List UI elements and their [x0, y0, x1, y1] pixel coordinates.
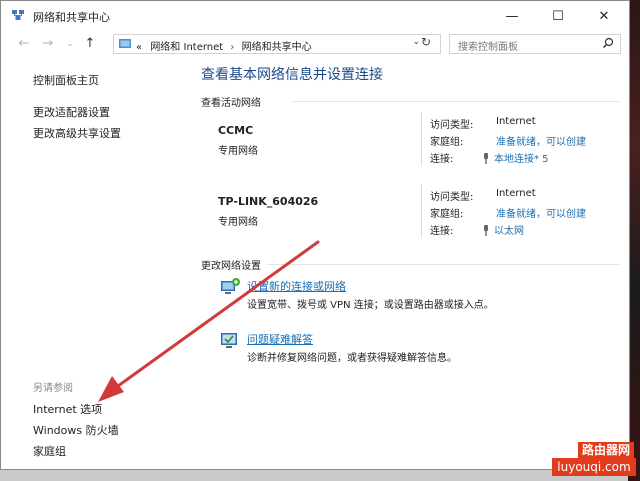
- setup-new-connection-description: 设置宽带、拨号或 VPN 连接；或设置路由器或接入点。: [247, 300, 494, 311]
- see-also-heading: 另请参阅: [33, 383, 73, 394]
- breadcrumb-network-sharing-center[interactable]: 网络和共享中心: [242, 42, 312, 53]
- troubleshoot-problems-description: 诊断并修复网络问题，或者获得疑难解答信息。: [247, 353, 457, 364]
- network-category: 专用网络: [218, 217, 258, 228]
- network-category: 专用网络: [218, 146, 258, 157]
- maximize-button[interactable]: ☐: [535, 1, 581, 31]
- connection-label: 连接:: [430, 154, 454, 165]
- access-type-value: Internet: [496, 116, 536, 127]
- network-icon: [12, 10, 24, 20]
- section-divider: [293, 101, 619, 102]
- sidebar-item-control-panel-home[interactable]: 控制面板主页: [33, 72, 99, 88]
- address-bar[interactable]: « 网络和 Internet › 网络和共享中心 ⌄: [113, 34, 441, 54]
- up-button[interactable]: ↑: [81, 35, 99, 53]
- access-type-value: Internet: [496, 188, 536, 199]
- breadcrumb-separator[interactable]: ›: [230, 42, 234, 53]
- breadcrumb-overflow[interactable]: «: [136, 42, 142, 53]
- troubleshoot-problems-link[interactable]: 问题疑难解答: [247, 331, 313, 347]
- sidebar-item-windows-firewall[interactable]: Windows 防火墙: [33, 422, 119, 438]
- watermark-logo: 路由器网: [578, 442, 634, 458]
- sidebar-item-advanced-sharing[interactable]: 更改高级共享设置: [33, 125, 121, 141]
- recent-locations-button[interactable]: ⌄: [61, 35, 79, 53]
- forward-button[interactable]: →: [39, 35, 57, 53]
- control-panel-icon: [119, 39, 131, 48]
- homegroup-link[interactable]: 准备就绪，可以创建: [496, 205, 586, 220]
- network-sharing-center-window: 网络和共享中心 — ☐ ✕ ← → ⌄ ↑ « 网络和 Internet › 网…: [0, 0, 630, 470]
- setup-new-connection-link[interactable]: 设置新的连接或网络: [247, 278, 346, 294]
- refresh-icon[interactable]: ↻: [421, 35, 431, 49]
- sidebar-item-internet-options[interactable]: Internet 选项: [33, 401, 102, 417]
- connection-name: 本地连接* 5: [494, 154, 549, 165]
- breadcrumb: « 网络和 Internet › 网络和共享中心: [136, 38, 312, 53]
- network-divider: [421, 112, 422, 166]
- watermark-url: luyouqi.com: [552, 458, 636, 476]
- homegroup-link[interactable]: 准备就绪，可以创建: [496, 133, 586, 148]
- breadcrumb-network-internet[interactable]: 网络和 Internet: [150, 42, 223, 53]
- homegroup-label: 家庭组:: [430, 137, 464, 148]
- back-button[interactable]: ←: [15, 35, 33, 53]
- connection-link[interactable]: 本地连接* 5: [482, 150, 549, 165]
- network-divider: [421, 184, 422, 238]
- search-input[interactable]: 搜索控制面板: [449, 34, 621, 54]
- active-networks-heading: 查看活动网络: [201, 98, 261, 109]
- sidebar: 控制面板主页 更改适配器设置 更改高级共享设置 另请参阅 Internet 选项…: [1, 58, 191, 468]
- search-placeholder: 搜索控制面板: [458, 42, 518, 53]
- wifi-connection-icon: [484, 153, 488, 164]
- access-type-label: 访问类型:: [430, 192, 474, 203]
- network-name: CCMC: [218, 124, 254, 137]
- ethernet-icon: [484, 225, 488, 236]
- section-divider: [267, 264, 619, 265]
- access-type-label: 访问类型:: [430, 120, 474, 131]
- search-icon[interactable]: [602, 37, 614, 49]
- close-button[interactable]: ✕: [581, 1, 627, 31]
- sidebar-item-adapter-settings[interactable]: 更改适配器设置: [33, 104, 110, 120]
- network-name: TP-LINK_604026: [218, 195, 319, 208]
- sidebar-item-homegroup[interactable]: 家庭组: [33, 443, 66, 459]
- main-content: 查看基本网络信息并设置连接 查看活动网络 CCMC 专用网络 访问类型: Int…: [201, 58, 629, 468]
- chevron-down-icon[interactable]: ⌄: [412, 37, 420, 47]
- homegroup-label: 家庭组:: [430, 209, 464, 220]
- window-title: 网络和共享中心: [33, 11, 110, 24]
- connection-label: 连接:: [430, 226, 454, 237]
- change-settings-heading: 更改网络设置: [201, 261, 261, 272]
- minimize-button[interactable]: —: [489, 1, 535, 31]
- connection-name: 以太网: [494, 226, 524, 237]
- connection-link[interactable]: 以太网: [482, 222, 524, 237]
- page-title: 查看基本网络信息并设置连接: [201, 67, 383, 83]
- title-bar: 网络和共享中心 — ☐ ✕: [1, 1, 629, 31]
- troubleshoot-icon: [221, 333, 237, 348]
- navigation-bar: ← → ⌄ ↑ « 网络和 Internet › 网络和共享中心 ⌄ ↻ 搜索控…: [1, 31, 629, 57]
- new-connection-icon: [221, 278, 240, 294]
